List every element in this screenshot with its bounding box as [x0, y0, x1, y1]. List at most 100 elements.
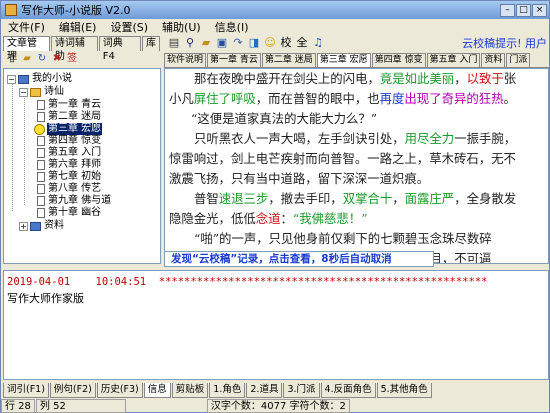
text-line: 普智速退三步，撤去手印，双掌合十，面露庄严，全身散发	[194, 191, 517, 206]
tab-chapter[interactable]: 第一章 青云	[207, 53, 261, 67]
tree-chapter[interactable]: 第四章 惊变	[37, 135, 101, 147]
sign-icon[interactable]: 签	[66, 53, 78, 65]
tab-clipboard[interactable]: 剪贴板	[171, 383, 209, 398]
tree-chapter[interactable]: 第一章 青云	[37, 99, 101, 111]
app-icon	[5, 4, 17, 16]
menu-info[interactable]: 信息(I)	[208, 19, 256, 35]
tab-chapter[interactable]: 软件说明	[164, 53, 207, 67]
tree-chapter[interactable]: 第二章 迷局	[37, 111, 101, 123]
menu-edit[interactable]: 编辑(E)	[52, 19, 104, 35]
doc-icon	[37, 100, 45, 110]
smile-icon	[34, 123, 45, 135]
doc-icon	[37, 208, 45, 218]
book-icon	[30, 221, 41, 231]
text-line: 只听黑衣人一声大喝，左手剑诀引处，用尽全力一振手腕，	[194, 131, 517, 146]
text-line: “啪”的一声，只见他身前仅剩下的七颗碧玉念珠尽数碎	[194, 231, 492, 246]
tab-dictionary[interactable]: 词典 F4	[98, 36, 141, 62]
cloud-proof-popup[interactable]: 发现“云校稿”记录，点击查看，8秒后自动取消	[164, 251, 434, 267]
tab-info[interactable]: 信息	[143, 383, 171, 398]
tree-chapter[interactable]: 第七章 初始	[37, 171, 101, 183]
tree-toolbar: ▯ ▰ ↻ ✖ 签	[3, 51, 161, 67]
tree-chapter[interactable]: 第八章 传艺	[37, 183, 101, 195]
music-icon[interactable]: ♫	[312, 36, 324, 49]
left-panel-tabs: 文章管理 诗词辅助 词典 F4 库	[3, 36, 161, 62]
doc-icon	[37, 196, 45, 206]
tree-root[interactable]: − 我的小说	[7, 73, 72, 85]
log-line: 2019-04-01 10:04:51 ********************…	[7, 276, 488, 288]
book-icon	[18, 74, 29, 84]
menu-settings[interactable]: 设置(S)	[103, 19, 155, 35]
proofread-icon[interactable]: 校	[280, 36, 292, 49]
tab-chapter[interactable]: 第四章 惊变	[371, 53, 426, 67]
tree-book[interactable]: − 诗仙	[19, 86, 64, 98]
status-col: 列 52	[35, 399, 126, 413]
doc-icon	[37, 136, 45, 146]
collapse-icon[interactable]: −	[7, 74, 16, 84]
tab-chapter[interactable]: 门派	[506, 53, 531, 67]
menu-bar: 文件(F) 编辑(E) 设置(S) 辅助(U) 信息(I)	[1, 19, 549, 35]
text-line: 惊雷响过，剑上电芒疾射而向普智。一路之上，草木砖石，无不	[169, 151, 516, 166]
open-folder-icon[interactable]: ▰	[21, 53, 33, 65]
chapter-tabs: 软件说明 第一章 青云 第二章 迷局 第三章 宏愿 第四章 惊变 第五章 入门 …	[164, 53, 549, 68]
tab-example[interactable]: 例句(F2)	[49, 383, 96, 398]
smile-icon[interactable]: ☺	[264, 36, 276, 49]
menu-assist[interactable]: 辅助(U)	[155, 19, 208, 35]
text-line: 隐隐金光，低低念道：“我佛慈悲！”	[169, 211, 368, 226]
doc-icon	[37, 112, 45, 122]
message-log: 2019-04-01 10:04:51 ********************…	[3, 270, 549, 380]
text-line: 那在夜晚中盛开在剑尖上的闪电，竟是如此美丽，以致于张	[194, 71, 517, 86]
tab-role[interactable]: 1.角色	[209, 383, 246, 398]
open-book-icon	[30, 87, 41, 97]
editor-toolbar: ▤ ⚲ ▰ ▣ ↷ ◨ ☺ 校 全 ♫ 云校稿提示! 用户	[164, 34, 549, 51]
bottom-tabs: 词引(F1) 例句(F2) 历史(F3) 信息 剪贴板 1.角色 2.道具 3.…	[3, 383, 549, 398]
chapter-tree: − 我的小说 − 诗仙 第一章 青云 第二章 迷局 第三章 宏愿 第四章 惊变 …	[3, 68, 161, 264]
new-doc-icon[interactable]: ▯	[6, 53, 18, 65]
tab-prop[interactable]: 2.道具	[246, 383, 283, 398]
tab-word-index[interactable]: 词引(F1)	[3, 383, 49, 398]
collapse-icon[interactable]: −	[19, 87, 28, 97]
tree-chapter[interactable]: 第十章 幽谷	[37, 207, 101, 219]
text-line: “这便是道家真法的大能大力么？”	[191, 111, 378, 126]
tree-chapter[interactable]: 第五章 入门	[37, 147, 101, 159]
tab-other-role[interactable]: 5.其他角色	[376, 383, 432, 398]
tree-chapter[interactable]: 第九章 佛与道	[37, 195, 111, 207]
maximize-button[interactable]: □	[516, 3, 531, 17]
bookmark-icon[interactable]: ◨	[248, 36, 260, 49]
text-line: 小凡屏住了呼吸，而在普智的眼中，也再度出现了奇异的狂热。	[169, 91, 516, 106]
doc-icon	[37, 160, 45, 170]
save-icon[interactable]: ▣	[216, 36, 228, 49]
tab-library[interactable]: 库	[142, 36, 160, 51]
status-count: 汉字个数：4077 字符个数：2	[206, 399, 350, 413]
doc-icon	[37, 184, 45, 194]
open-icon[interactable]: ▰	[200, 36, 212, 49]
tab-poetry-assist[interactable]: 诗词辅助	[50, 36, 98, 62]
find-icon[interactable]: ⚲	[184, 36, 196, 49]
close-button[interactable]: ×	[532, 3, 547, 17]
tab-article-manage[interactable]: 文章管理	[3, 36, 50, 62]
tab-chapter[interactable]: 资料	[481, 53, 506, 67]
redo-icon[interactable]: ↷	[232, 36, 244, 49]
word-icon[interactable]: 全	[296, 36, 308, 49]
refresh-icon[interactable]: ↻	[36, 53, 48, 65]
text-editor[interactable]: 那在夜晚中盛开在剑尖上的闪电，竟是如此美丽，以致于张 小凡屏住了呼吸，而在普智的…	[164, 68, 549, 264]
doc-icon	[37, 172, 45, 182]
cloud-proof-notice[interactable]: 云校稿提示! 用户	[462, 35, 549, 51]
tab-chapter[interactable]: 第五章 入门	[426, 53, 481, 67]
tab-chapter[interactable]: 第二章 迷局	[261, 53, 316, 67]
tab-villain[interactable]: 4.反面角色	[320, 383, 376, 398]
tab-sect[interactable]: 3.门派	[283, 383, 320, 398]
tree-chapter[interactable]: 第六章 拜师	[37, 159, 101, 171]
doc-icon	[37, 148, 45, 158]
tab-chapter-active[interactable]: 第三章 宏愿	[316, 53, 371, 67]
delete-icon[interactable]: ✖	[51, 53, 63, 65]
tree-data-folder[interactable]: + 资料	[19, 220, 64, 232]
menu-file[interactable]: 文件(F)	[1, 19, 52, 35]
expand-icon[interactable]: +	[19, 221, 28, 231]
window-title: 写作大师-小说版 V2.0	[21, 4, 131, 17]
status-bar: 行 28 列 52 汉字个数：4077 字符个数：2	[1, 399, 549, 413]
tab-history[interactable]: 历史(F3)	[96, 383, 143, 398]
minimize-button[interactable]: –	[500, 3, 515, 17]
format-icon[interactable]: ▤	[168, 36, 180, 49]
log-line: 写作大师作家版	[7, 292, 84, 305]
tree-chapter-selected[interactable]: 第三章 宏愿	[34, 123, 103, 135]
